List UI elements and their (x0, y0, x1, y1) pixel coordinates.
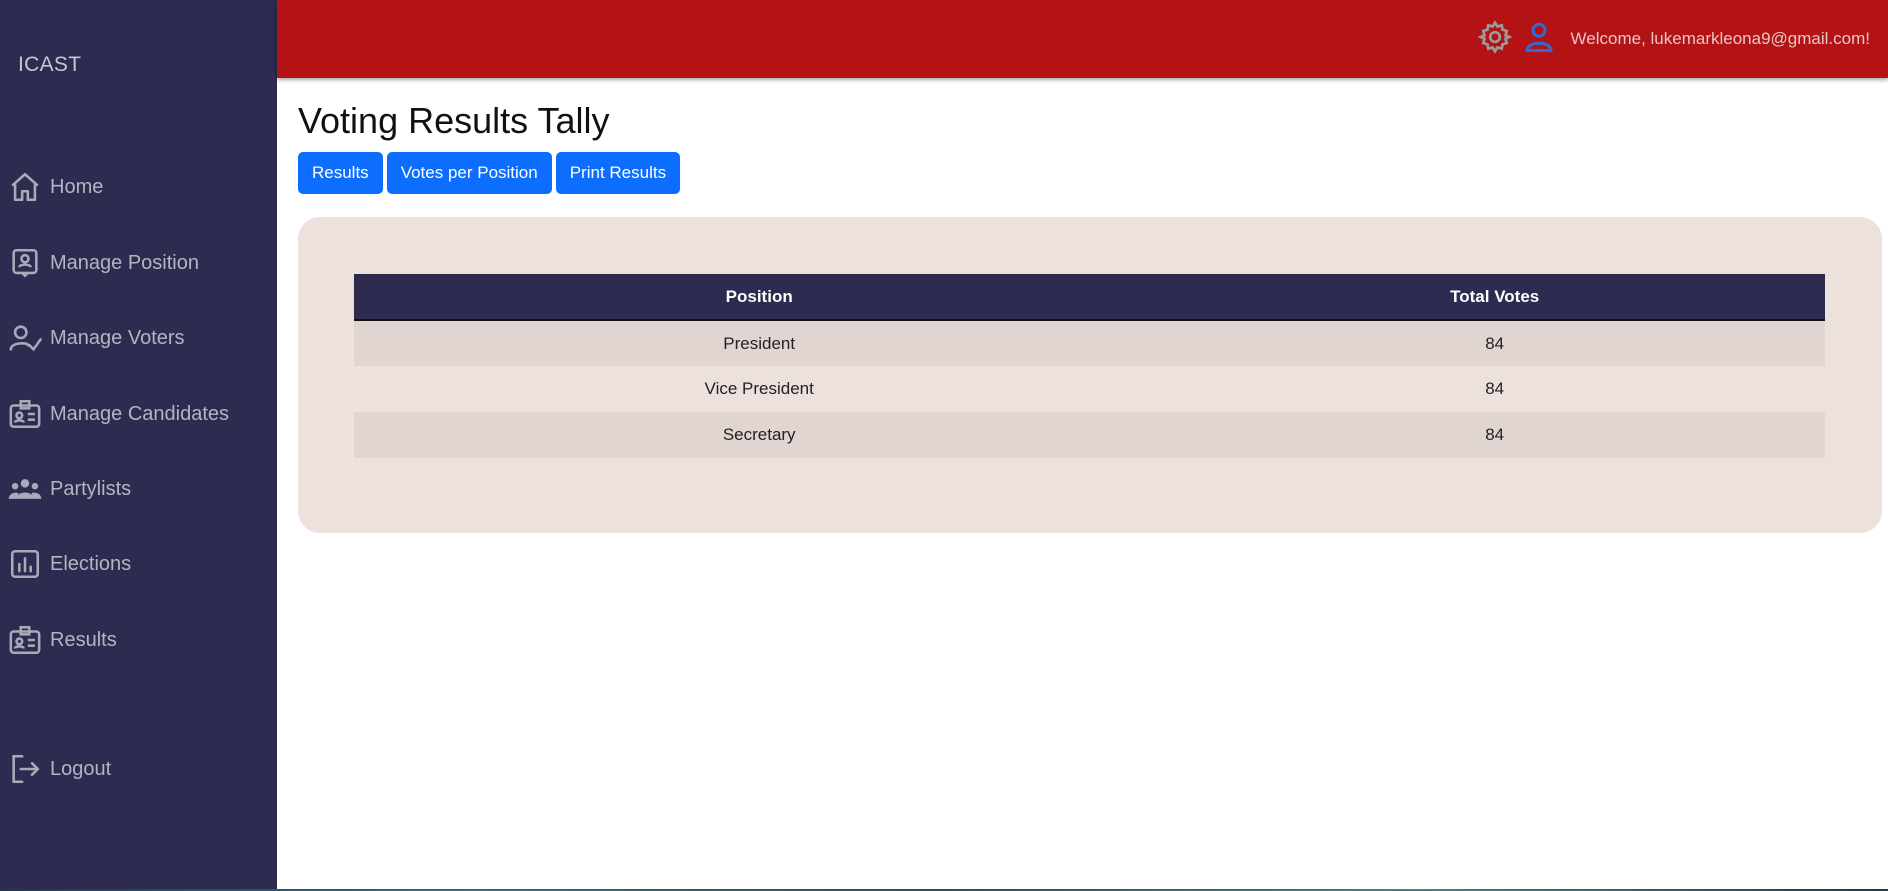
sidebar-item-manage-voters[interactable]: Manage Voters (0, 313, 277, 363)
votes-cell: 84 (1164, 366, 1825, 412)
sidebar-item-label: Manage Candidates (50, 402, 230, 425)
total-votes-column-header: Total Votes (1164, 274, 1825, 321)
logout-icon (0, 744, 50, 794)
position-column-header: Position (354, 274, 1165, 321)
sidebar-item-manage-candidates[interactable]: Manage Candidates (0, 389, 277, 439)
page-title: Voting Results Tally (298, 100, 610, 141)
results-button[interactable]: Results (298, 152, 383, 194)
home-icon (0, 162, 50, 212)
sidebar-item-results[interactable]: Results (0, 615, 277, 665)
bar-chart-icon (0, 539, 50, 589)
sidebar-item-manage-position[interactable]: Manage Position (0, 238, 277, 288)
sidebar-item-label: Manage Position (50, 251, 199, 274)
sidebar-item-elections[interactable]: Elections (0, 539, 277, 589)
table-header-row: Position Total Votes (354, 274, 1825, 321)
id-card-icon (0, 615, 50, 665)
position-cell: Vice President (354, 366, 1165, 412)
sidebar-item-label: Manage Voters (50, 326, 185, 349)
sidebar-item-label: Partylists (50, 477, 132, 500)
top-header: Welcome, lukemarkleona9@gmail.com! (277, 0, 1888, 78)
group-icon (0, 464, 50, 514)
sidebar-item-logout[interactable]: Logout (0, 744, 277, 794)
sidebar: ICAST Home Manage Position Manage Voters… (0, 0, 277, 891)
results-table: Position Total Votes President 84 Vice P… (354, 274, 1825, 458)
print-results-button[interactable]: Print Results (555, 152, 681, 194)
votes-cell: 84 (1164, 320, 1825, 366)
user-area: Welcome, lukemarkleona9@gmail.com! (1476, 19, 1870, 60)
position-cell: Secretary (354, 412, 1165, 458)
sidebar-item-home[interactable]: Home (0, 162, 277, 212)
votes-per-position-button[interactable]: Votes per Position (386, 152, 552, 194)
table-row: President 84 (354, 320, 1825, 366)
results-panel: Position Total Votes President 84 Vice P… (298, 217, 1882, 533)
sidebar-item-partylists[interactable]: Partylists (0, 464, 277, 514)
position-cell: President (354, 320, 1165, 366)
table-row: Secretary 84 (354, 412, 1825, 458)
table-row: Vice President 84 (354, 366, 1825, 412)
sidebar-item-label: Elections (50, 552, 132, 575)
id-card-icon (0, 389, 50, 439)
position-badge-icon (0, 238, 50, 288)
user-icon[interactable] (1521, 19, 1557, 60)
sidebar-item-label: Home (50, 175, 104, 198)
sidebar-item-label: Results (50, 628, 117, 651)
welcome-text: Welcome, lukemarkleona9@gmail.com! (1570, 29, 1870, 48)
brand-logo: ICAST (18, 53, 82, 76)
sidebar-item-label: Logout (50, 757, 112, 780)
gear-icon[interactable] (1476, 19, 1513, 60)
action-buttons: Results Votes per Position Print Results (298, 152, 681, 194)
votes-cell: 84 (1164, 412, 1825, 458)
user-check-icon (0, 313, 50, 363)
